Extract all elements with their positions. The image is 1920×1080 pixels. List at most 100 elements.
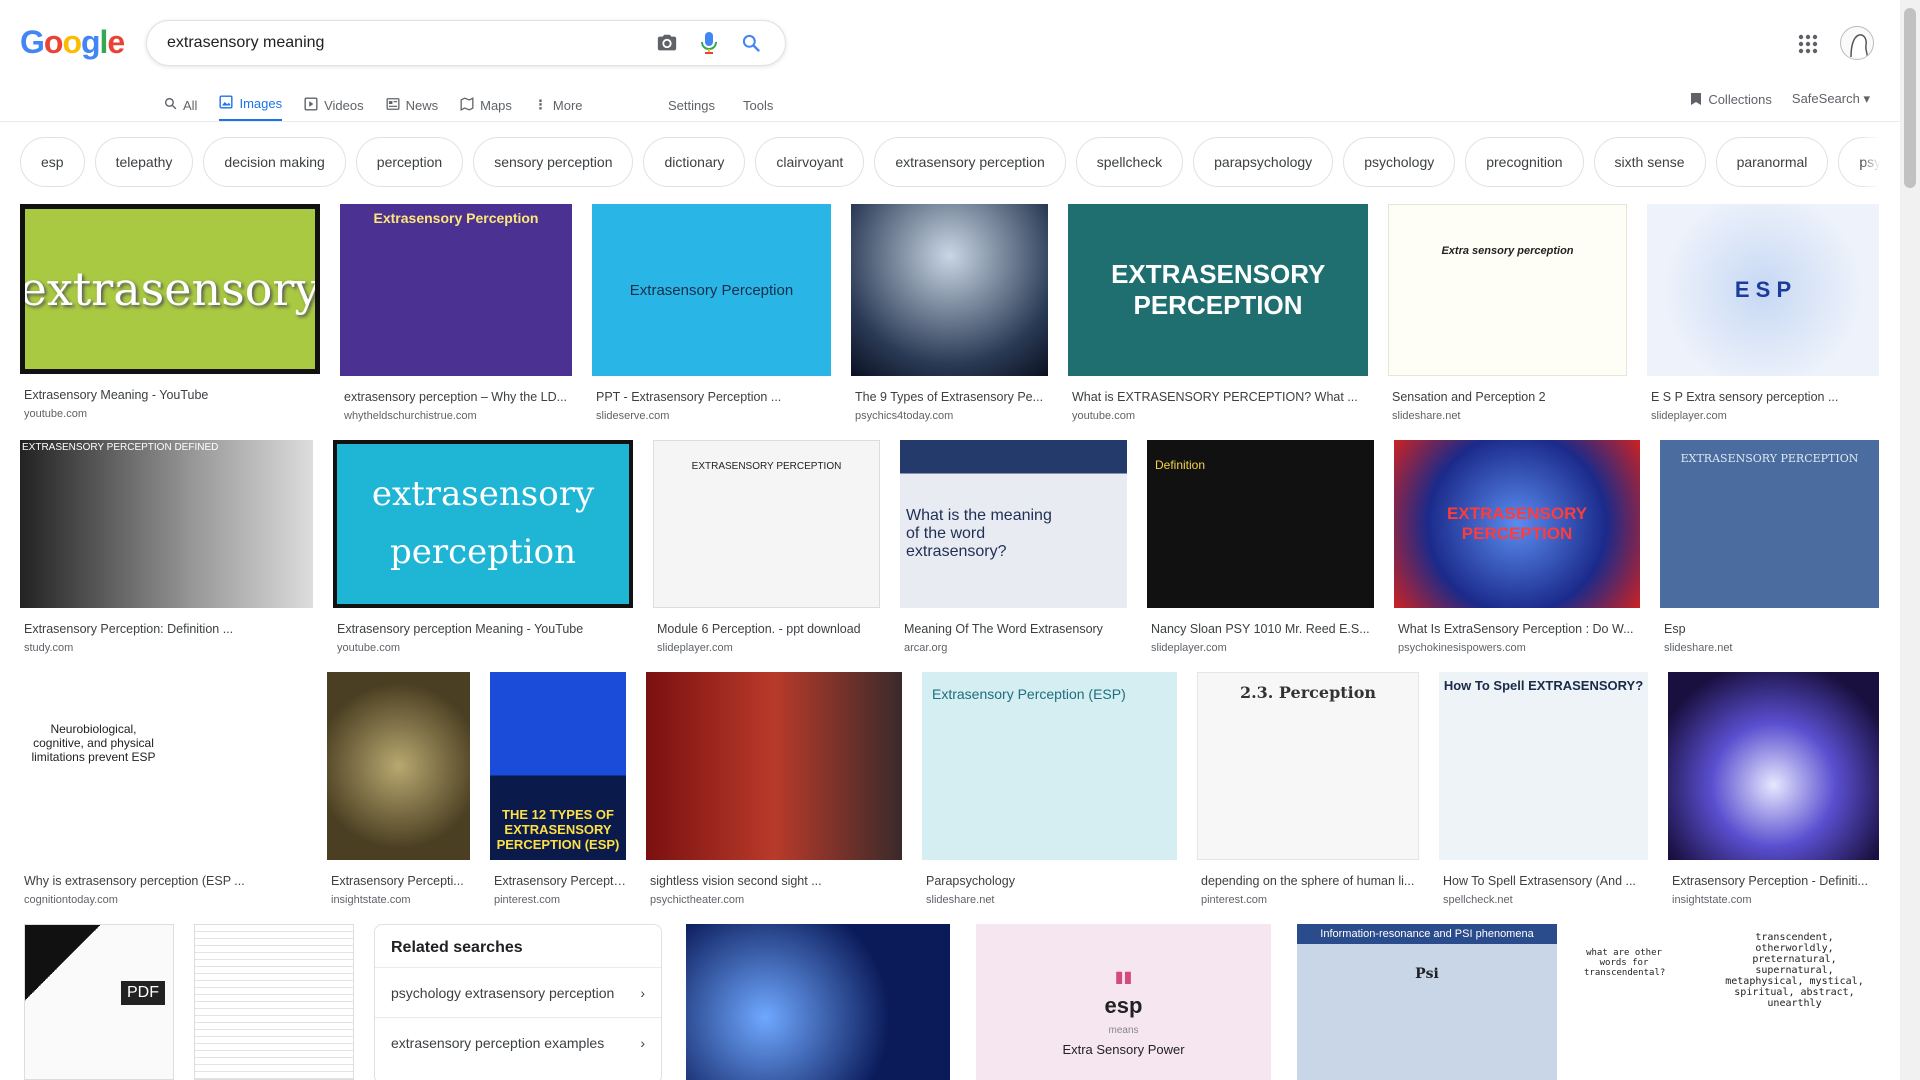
result-source[interactable]: slideshare.net [1660, 642, 1879, 654]
image-result[interactable]: 2.3. Perception depending on the sphere … [1197, 672, 1419, 906]
result-thumbnail[interactable]: Definition [1147, 440, 1374, 608]
result-thumbnail[interactable]: EXTRASENSORY PERCEPTION [1394, 440, 1640, 608]
result-thumbnail[interactable]: THE 12 TYPES OF EXTRASENSORY PERCEPTION … [490, 672, 626, 860]
result-title[interactable]: Meaning Of The Word Extrasensory [900, 622, 1127, 636]
result-source[interactable]: slideshare.net [922, 894, 1177, 906]
chip[interactable]: psychology [1343, 137, 1456, 187]
result-title[interactable]: Why is extrasensory perception (ESP ... [20, 874, 307, 888]
image-result[interactable]: EXTRASENSORY PERCEPTION What is EXTRASEN… [1068, 204, 1368, 422]
result-thumbnail[interactable]: ▮▮ esp means Extra Sensory Power [976, 924, 1271, 1080]
scrollbar-thumb[interactable] [1904, 8, 1916, 188]
result-source[interactable]: youtube.com [1068, 410, 1368, 422]
image-result[interactable]: Extra sensory perception Sensation and P… [1388, 204, 1627, 422]
google-logo[interactable]: Google [20, 24, 125, 61]
result-thumbnail[interactable] [327, 672, 470, 860]
image-result[interactable]: Definition Nancy Sloan PSY 1010 Mr. Reed… [1147, 440, 1374, 654]
image-result[interactable]: What is the meaning of the word extrasen… [900, 440, 1127, 654]
result-thumbnail[interactable]: extrasensory [20, 204, 320, 374]
image-result[interactable]: EXTRASENSORY PERCEPTION DEFINED Extrasen… [20, 440, 313, 654]
result-title[interactable]: Extrasensory perception Meaning - YouTub… [333, 622, 633, 636]
result-title[interactable]: Extrasensory Meaning - YouTube [20, 388, 320, 402]
avatar[interactable] [1840, 26, 1874, 60]
image-result[interactable]: THE 12 TYPES OF EXTRASENSORY PERCEPTION … [490, 672, 626, 906]
result-title[interactable]: Nancy Sloan PSY 1010 Mr. Reed E.S... [1147, 622, 1374, 636]
chip[interactable]: perception [355, 137, 464, 187]
tools-link[interactable]: Tools [743, 98, 773, 113]
result-title[interactable]: What is EXTRASENSORY PERCEPTION? What ..… [1068, 390, 1368, 404]
tab-news[interactable]: News [386, 88, 438, 122]
result-source[interactable]: whytheldschurchistrue.com [340, 410, 572, 422]
result-title[interactable]: Extrasensory Percepti... [327, 874, 470, 888]
result-thumbnail[interactable]: transcendent, otherworldly, preternatura… [1580, 924, 1879, 1080]
chip[interactable]: extrasensory perception [874, 137, 1066, 187]
result-source[interactable]: youtube.com [20, 408, 320, 420]
result-thumbnail[interactable]: 2.3. Perception [1197, 672, 1419, 860]
image-result[interactable]: Neurobiological, cognitive, and physical… [20, 672, 307, 906]
tab-more[interactable]: ⋮ More [534, 88, 583, 122]
image-result[interactable]: Extrasensory Percepti... insightstate.co… [327, 672, 470, 906]
result-source[interactable]: spellcheck.net [1439, 894, 1648, 906]
result-thumbnail[interactable]: EXTRASENSORY PERCEPTION [1660, 440, 1879, 608]
result-thumbnail[interactable]: extrasensory perception [333, 440, 633, 608]
result-source[interactable]: slideplayer.com [653, 642, 880, 654]
related-search-item[interactable]: extrasensory perception examples › [375, 1017, 661, 1067]
result-title[interactable]: Sensation and Perception 2 [1388, 390, 1627, 404]
result-thumbnail[interactable]: EXTRASENSORY PERCEPTION [653, 440, 880, 608]
image-result[interactable]: ▮▮ esp means Extra Sensory Power [976, 924, 1271, 1080]
result-thumbnail[interactable] [686, 924, 950, 1080]
result-thumbnail[interactable]: Extrasensory Perception [592, 204, 831, 376]
collections-link[interactable]: Collections [1690, 92, 1772, 107]
result-thumbnail[interactable]: How To Spell EXTRASENSORY? [1439, 672, 1648, 860]
result-title[interactable]: How To Spell Extrasensory (And ... [1439, 874, 1648, 888]
microphone-icon[interactable] [691, 25, 727, 61]
result-thumbnail[interactable]: PDF [24, 924, 174, 1080]
result-thumbnail[interactable] [194, 924, 354, 1080]
chip[interactable]: spellcheck [1075, 137, 1184, 187]
image-result[interactable]: extrasensory perception Extrasensory per… [333, 440, 633, 654]
image-result[interactable]: extrasensory Extrasensory Meaning - YouT… [20, 204, 320, 420]
result-source[interactable]: cognitiontoday.com [20, 894, 307, 906]
settings-link[interactable]: Settings [668, 98, 715, 113]
safesearch-dropdown[interactable]: SafeSearch ▾ [1792, 91, 1870, 107]
apps-grid-icon[interactable] [1796, 32, 1820, 56]
result-source[interactable]: insightstate.com [1668, 894, 1879, 906]
chip[interactable]: clairvoyant [755, 137, 865, 187]
result-thumbnail[interactable]: EXTRASENSORY PERCEPTION DEFINED [20, 440, 313, 608]
tab-maps[interactable]: Maps [460, 88, 512, 122]
result-title[interactable]: extrasensory perception – Why the LD... [340, 390, 572, 404]
image-result[interactable]: transcendent, otherworldly, preternatura… [1580, 924, 1879, 1080]
image-result[interactable]: Extrasensory Perception - Definiti... in… [1668, 672, 1879, 906]
image-result[interactable] [194, 924, 354, 1080]
image-result[interactable] [686, 924, 950, 1080]
result-title[interactable]: Esp [1660, 622, 1879, 636]
result-title[interactable]: What Is ExtraSensory Perception : Do W..… [1394, 622, 1640, 636]
result-title[interactable]: Module 6 Perception. - ppt download [653, 622, 880, 636]
result-thumbnail[interactable] [1668, 672, 1879, 860]
result-title[interactable]: PPT - Extrasensory Perception ... [592, 390, 831, 404]
result-source[interactable]: youtube.com [333, 642, 633, 654]
chip[interactable]: telepathy [94, 137, 194, 187]
image-result[interactable]: Extrasensory Perception PPT - Extrasenso… [592, 204, 831, 422]
result-source[interactable]: slideplayer.com [1647, 410, 1879, 422]
image-result[interactable]: Extrasensory Perception (ESP) Parapsycho… [922, 672, 1177, 906]
scrollbar[interactable] [1900, 0, 1920, 1080]
search-input[interactable] [167, 34, 643, 52]
search-icon[interactable] [733, 25, 769, 61]
image-result[interactable]: EXTRASENSORY PERCEPTION What Is ExtraSen… [1394, 440, 1640, 654]
image-result[interactable]: EXTRASENSORY PERCEPTION Module 6 Percept… [653, 440, 880, 654]
result-source[interactable]: slideplayer.com [1147, 642, 1374, 654]
result-source[interactable]: slideshare.net [1388, 410, 1627, 422]
chip[interactable]: paranormal [1715, 137, 1829, 187]
result-thumbnail[interactable] [646, 672, 902, 860]
image-result[interactable]: E S P E S P Extra sensory perception ...… [1647, 204, 1879, 422]
result-title[interactable]: E S P Extra sensory perception ... [1647, 390, 1879, 404]
result-thumbnail[interactable] [851, 204, 1048, 376]
chip[interactable]: sensory perception [473, 137, 634, 187]
result-thumbnail[interactable]: Information-resonance and PSI phenomena … [1297, 924, 1557, 1080]
result-title[interactable]: Parapsychology [922, 874, 1177, 888]
image-result[interactable]: PDF [24, 924, 174, 1080]
chip[interactable]: sixth sense [1593, 137, 1706, 187]
result-source[interactable]: insightstate.com [327, 894, 470, 906]
result-source[interactable]: slideserve.com [592, 410, 831, 422]
result-thumbnail[interactable]: EXTRASENSORY PERCEPTION [1068, 204, 1368, 376]
